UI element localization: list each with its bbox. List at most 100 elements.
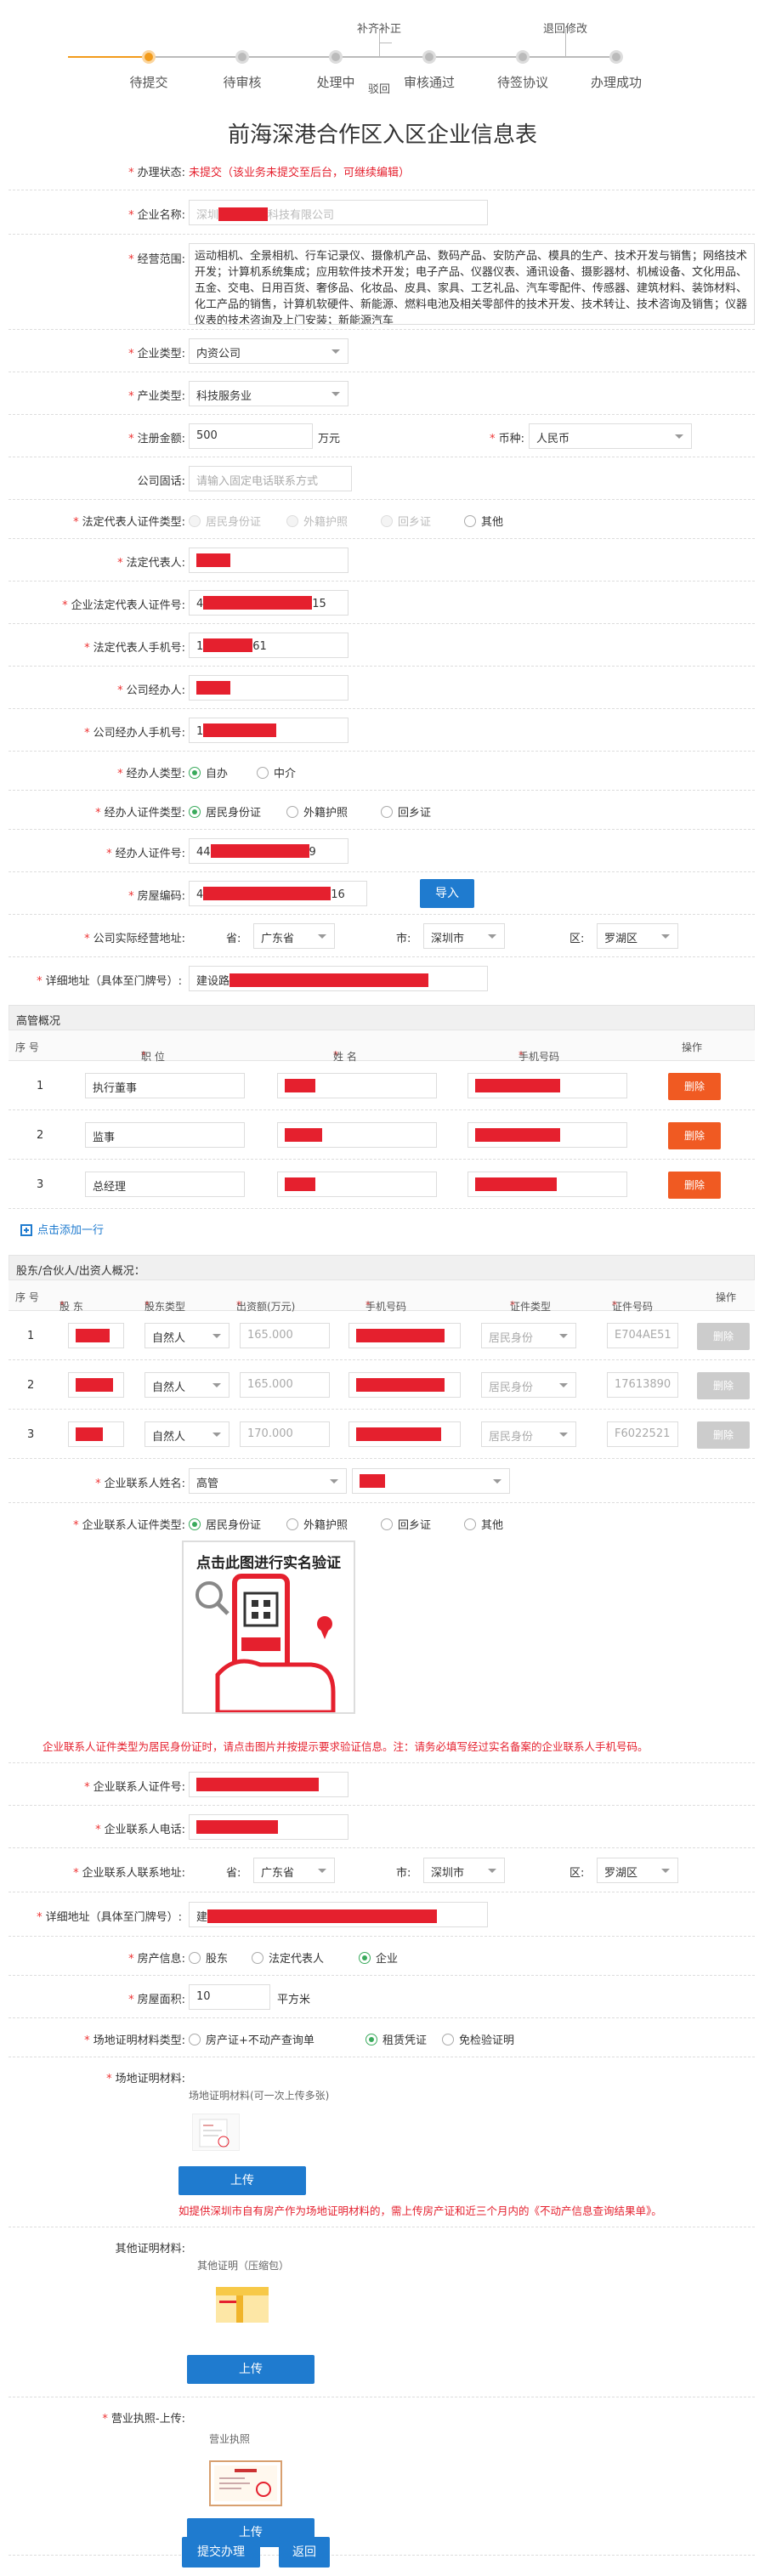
currency-select[interactable]: 人民币 [529, 423, 692, 449]
shareholder-idno-input[interactable]: E704AE51 [607, 1323, 678, 1348]
progress-steps: 补齐补正 退回修改 驳回 待提交 待审核 处理中 审核通过 待签协议 办理成功 [0, 0, 765, 96]
row-contact-phone: * 企业联系人电话: [8, 1806, 755, 1848]
row-office-address: * 公司实际经营地址: 省: 广东省 市: 深圳市 区: 罗湖区 [8, 915, 755, 957]
radio-legal-passport[interactable]: 外籍护照 [286, 513, 348, 529]
legal-name-input[interactable] [189, 548, 348, 573]
radio-handler-idcard[interactable]: 居民身份证 [189, 803, 261, 820]
step-dot-4 [422, 50, 436, 64]
add-exec-row-link[interactable]: 点击添加一行 [20, 1221, 104, 1237]
radio-site-exempt[interactable]: 免检验证明 [442, 2031, 514, 2047]
row-house-code: * 房屋编码: 4 16 导入 [8, 872, 755, 915]
radio-contact-return[interactable]: 回乡证 [381, 1516, 431, 1532]
contact-name-select[interactable]: 高管 [189, 1468, 347, 1494]
shareholder-mobile-input[interactable] [348, 1372, 461, 1398]
back-button[interactable]: 返回 [279, 2537, 330, 2567]
shareholder-idtype-select[interactable]: 居民身份 [481, 1421, 576, 1447]
shareholder-idno-input[interactable]: F6022521 [607, 1421, 678, 1447]
handler-id-input[interactable]: 44 9 [189, 838, 348, 864]
agent-name-input[interactable] [189, 675, 348, 701]
capital-input[interactable]: 500 [189, 423, 313, 449]
enterprise-type-select[interactable]: 内资公司 [189, 338, 348, 364]
radio-legal-idcard[interactable]: 居民身份证 [189, 513, 261, 529]
exec-row: 2 监事 删除 [8, 1110, 755, 1160]
industry-type-select[interactable]: 科技服务业 [189, 381, 348, 406]
radio-handler-self[interactable]: 自办 [189, 764, 228, 780]
radio-handler-agency[interactable]: 中介 [257, 764, 296, 780]
shareholder-idtype-select[interactable]: 居民身份 [481, 1372, 576, 1398]
shareholder-idno-input[interactable]: 17613890 [607, 1372, 678, 1398]
legal-mobile-input[interactable]: 1 61 [189, 633, 348, 658]
shareholder-type-select[interactable]: 自然人 [144, 1372, 230, 1398]
exec-delete-button[interactable]: 删除 [668, 1122, 721, 1149]
step-label-1: 待提交 [129, 75, 168, 90]
business-scope-textarea[interactable]: 运动相机、全景相机、行车记录仪、摄像机产品、数码产品、安防产品、模具的生产、技术… [189, 243, 755, 325]
office-city-select[interactable]: 深圳市 [423, 923, 505, 949]
shareholder-name-input[interactable] [68, 1323, 124, 1348]
contact-phone-input[interactable] [189, 1814, 348, 1840]
shareholder-delete-button[interactable]: 删除 [697, 1421, 750, 1449]
company-name-input[interactable]: 深圳 科技有限公司 [189, 200, 488, 225]
property-area-input[interactable]: 10 [189, 1984, 270, 2010]
submit-button[interactable]: 提交办理 [182, 2537, 260, 2567]
radio-property-company[interactable]: 企业 [359, 1949, 398, 1966]
site-proof-upload-button[interactable]: 上传 [178, 2166, 306, 2195]
exec-position-input[interactable]: 总经理 [85, 1172, 245, 1197]
contact-city-select[interactable]: 深圳市 [423, 1858, 505, 1883]
radio-contact-passport[interactable]: 外籍护照 [286, 1516, 348, 1532]
verify-card-title: 点击此图进行实名验证 [196, 1555, 341, 1572]
shareholder-section-header: 股东/合伙人/出资人概况： [8, 1255, 755, 1280]
site-proof-thumbnail [192, 2114, 240, 2151]
radio-legal-other[interactable]: 其他 [464, 513, 503, 529]
radio-property-shareholder[interactable]: 股东 [189, 1949, 228, 1966]
exec-name-input[interactable] [277, 1122, 437, 1148]
shareholder-name-input[interactable] [68, 1421, 124, 1447]
exec-mobile-input[interactable] [468, 1122, 627, 1148]
exec-row: 1 执行董事 删除 [8, 1061, 755, 1110]
radio-handler-return[interactable]: 回乡证 [381, 803, 431, 820]
legal-id-input[interactable]: 4 15 [189, 590, 348, 616]
exec-delete-button[interactable]: 删除 [668, 1073, 721, 1100]
radio-property-legal[interactable]: 法定代表人 [252, 1949, 324, 1966]
office-district-select[interactable]: 罗湖区 [597, 923, 678, 949]
radio-site-lease[interactable]: 租赁凭证 [366, 2031, 427, 2047]
radio-contact-other[interactable]: 其他 [464, 1516, 503, 1532]
shareholder-name-input[interactable] [68, 1372, 124, 1398]
exec-position-input[interactable]: 监事 [85, 1122, 245, 1148]
realname-verify-card[interactable]: 点击此图进行实名验证 [182, 1540, 355, 1714]
exec-name-input[interactable] [277, 1172, 437, 1197]
radio-site-property-cert[interactable]: 房产证+不动产查询单 [189, 2031, 314, 2047]
status-label: 办理状态: [137, 167, 185, 179]
shareholder-amount-input[interactable]: 165.000 [240, 1323, 330, 1348]
phone-input[interactable]: 请输入固定电话联系方式 [189, 466, 352, 491]
shareholder-delete-button[interactable]: 删除 [697, 1372, 750, 1399]
import-button[interactable]: 导入 [420, 879, 474, 908]
radio-contact-idcard[interactable]: 居民身份证 [189, 1516, 261, 1532]
contact-district-select[interactable]: 罗湖区 [597, 1858, 678, 1883]
contact-person-select[interactable] [352, 1468, 510, 1494]
exec-delete-button[interactable]: 删除 [668, 1172, 721, 1199]
detail-address-input[interactable]: 建设路 [189, 966, 488, 991]
office-province-select[interactable]: 广东省 [253, 923, 335, 949]
other-proof-upload-button[interactable]: 上传 [187, 2355, 314, 2384]
shareholder-type-select[interactable]: 自然人 [144, 1323, 230, 1348]
house-code-input[interactable]: 4 16 [189, 881, 367, 906]
contact-detail-input[interactable]: 建 [189, 1902, 488, 1927]
exec-mobile-input[interactable] [468, 1172, 627, 1197]
exec-mobile-input[interactable] [468, 1073, 627, 1098]
agent-mobile-input[interactable]: 1 [189, 718, 348, 743]
shareholder-type-select[interactable]: 自然人 [144, 1421, 230, 1447]
shareholder-amount-input[interactable]: 165.000 [240, 1372, 330, 1398]
shareholder-idtype-select[interactable]: 居民身份 [481, 1323, 576, 1348]
radio-legal-return[interactable]: 回乡证 [381, 513, 431, 529]
contact-province-select[interactable]: 广东省 [253, 1858, 335, 1883]
row-agent-mobile: * 公司经办人手机号: 1 [8, 709, 755, 752]
contact-id-input[interactable] [189, 1772, 348, 1797]
shareholder-delete-button[interactable]: 删除 [697, 1323, 750, 1350]
radio-handler-passport[interactable]: 外籍护照 [286, 803, 348, 820]
step-dot-5 [516, 50, 530, 64]
shareholder-mobile-input[interactable] [348, 1323, 461, 1348]
exec-position-input[interactable]: 执行董事 [85, 1073, 245, 1098]
shareholder-mobile-input[interactable] [348, 1421, 461, 1447]
shareholder-amount-input[interactable]: 170.000 [240, 1421, 330, 1447]
exec-name-input[interactable] [277, 1073, 437, 1098]
